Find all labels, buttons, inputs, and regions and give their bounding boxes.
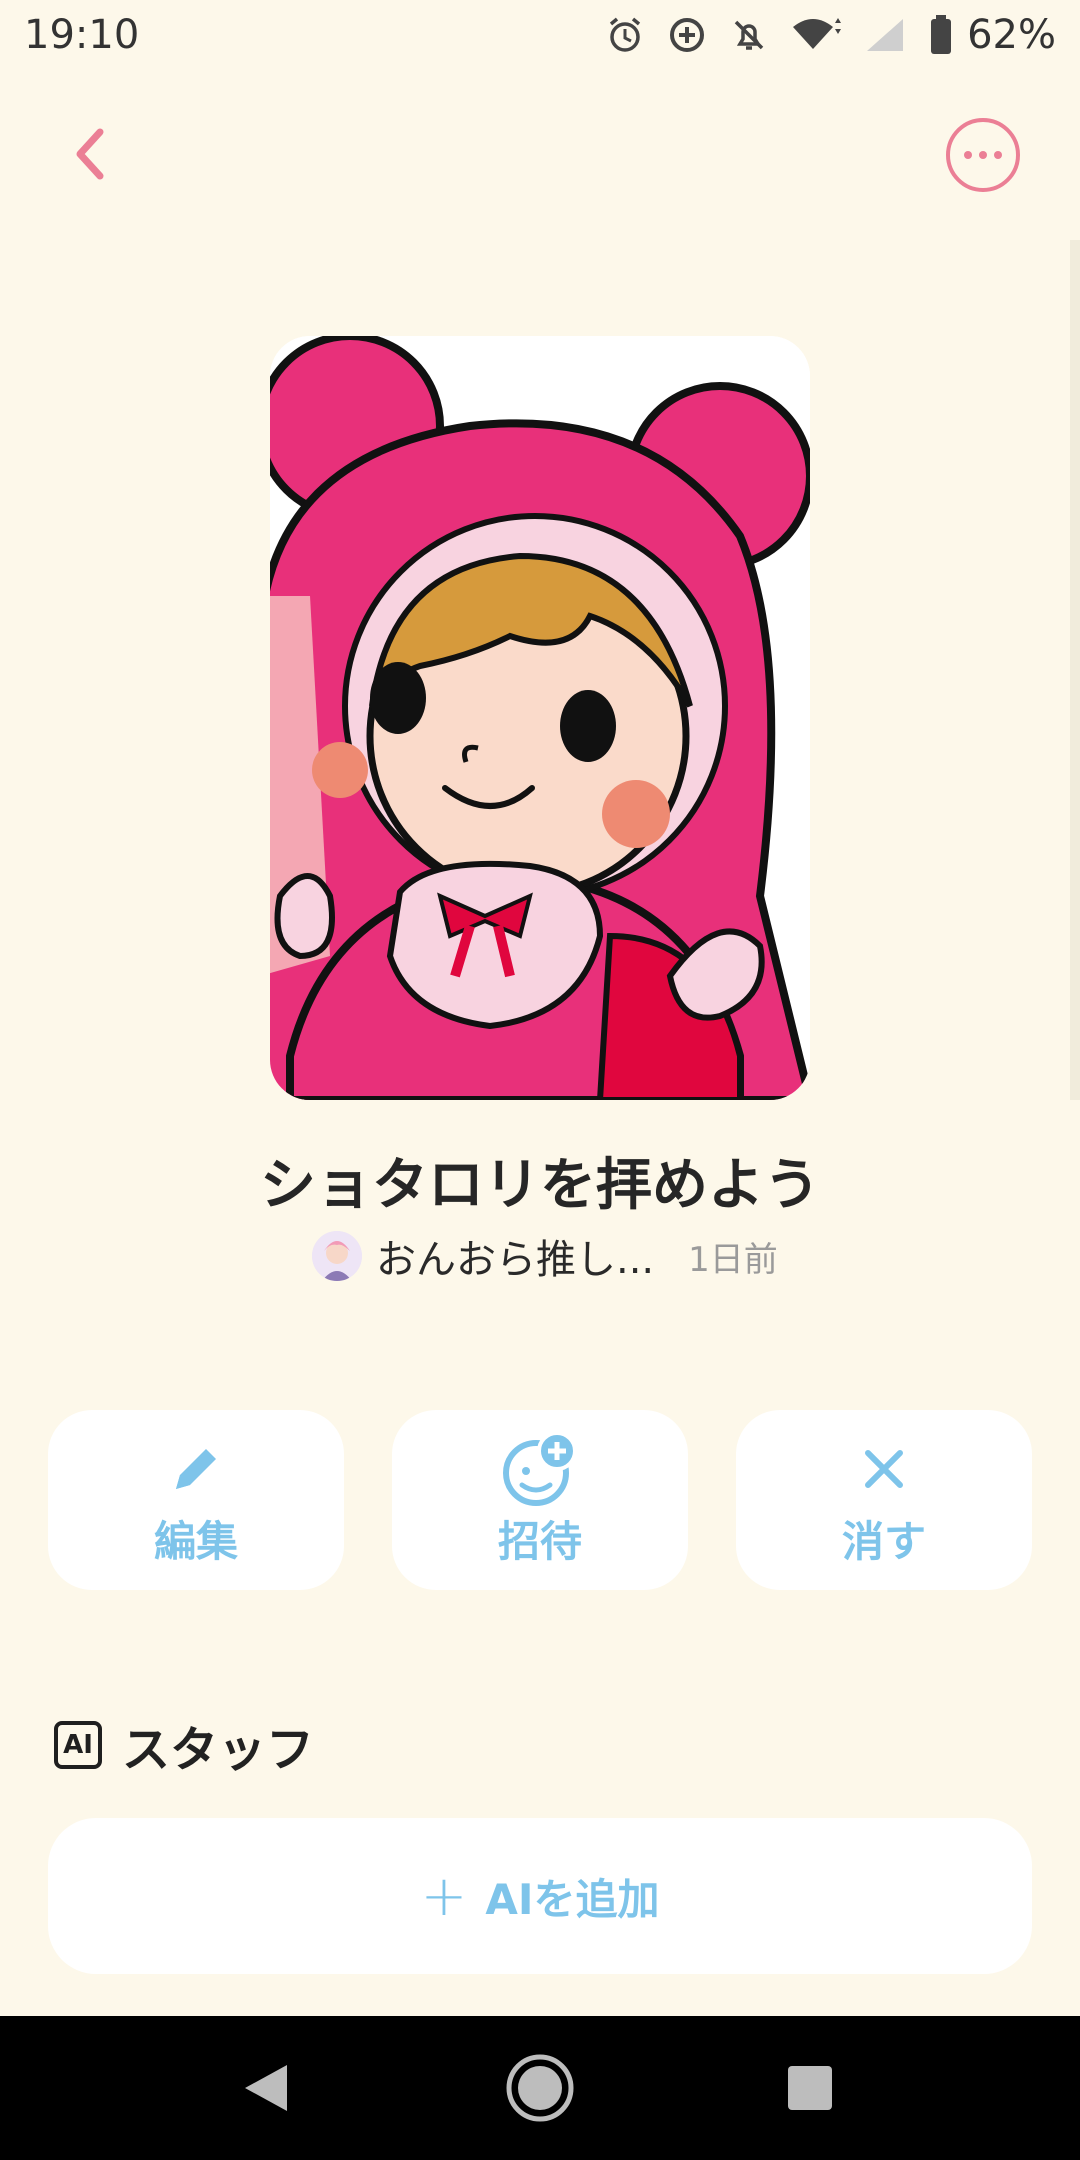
owner-name[interactable]: おんおら推し... <box>376 1227 654 1285</box>
more-options-button[interactable] <box>946 118 1020 192</box>
ai-badge-icon: AI <box>54 1721 102 1769</box>
owner-avatar[interactable] <box>312 1231 362 1281</box>
square-recents-icon <box>788 2066 832 2110</box>
nav-recents-button[interactable] <box>738 2016 882 2160</box>
triangle-back-icon <box>245 2065 287 2111</box>
add-ai-label: AIを追加 <box>485 1874 660 1924</box>
plus-icon: + <box>420 1863 468 1929</box>
chevron-left-icon <box>76 128 104 180</box>
status-icons: 62% <box>605 10 1056 60</box>
nav-home-button[interactable] <box>468 2016 612 2160</box>
room-meta: おんおら推し... 1日前 <box>312 1228 778 1284</box>
status-time: 19:10 <box>24 12 140 58</box>
data-saver-icon <box>670 18 705 52</box>
edit-button[interactable]: 編集 <box>48 1410 344 1590</box>
scrollbar[interactable] <box>1070 240 1080 1100</box>
signal-icon <box>867 19 904 51</box>
close-icon <box>865 1449 903 1488</box>
add-ai-button[interactable]: + AIを追加 <box>48 1818 1032 1974</box>
pencil-icon <box>176 1448 216 1489</box>
invite-button[interactable]: 招待 <box>392 1410 688 1590</box>
updated-time: 1日前 <box>688 1239 778 1280</box>
home-circle-icon <box>506 2054 574 2122</box>
invite-label: 招待 <box>497 1516 582 1566</box>
back-button[interactable] <box>62 124 122 184</box>
more-dot <box>979 151 987 159</box>
delete-button[interactable]: 消す <box>736 1410 1032 1590</box>
battery-icon <box>931 15 952 54</box>
alarm-icon <box>609 17 641 52</box>
edit-label: 編集 <box>153 1516 238 1566</box>
room-title: ショタロリを拝めよう <box>260 1153 820 1218</box>
nav-back-button[interactable] <box>194 2016 338 2160</box>
wifi-icon <box>793 18 842 49</box>
avatar-illustration <box>312 1231 362 1281</box>
delete-label: 消す <box>841 1516 926 1566</box>
staff-section-header: AI スタッフ <box>54 1710 314 1780</box>
notifications-off-icon <box>734 20 764 50</box>
character-illustration <box>270 336 810 1100</box>
staff-title: スタッフ <box>122 1722 315 1778</box>
battery-percent: 62% <box>967 12 1056 58</box>
status-bar: 19:10 62% <box>0 0 1080 72</box>
room-cover-image <box>270 336 810 1100</box>
invite-face-icon <box>503 1430 577 1506</box>
more-horizontal-icon <box>964 151 972 159</box>
more-dot <box>994 151 1002 159</box>
system-nav-bar <box>0 2016 1080 2160</box>
